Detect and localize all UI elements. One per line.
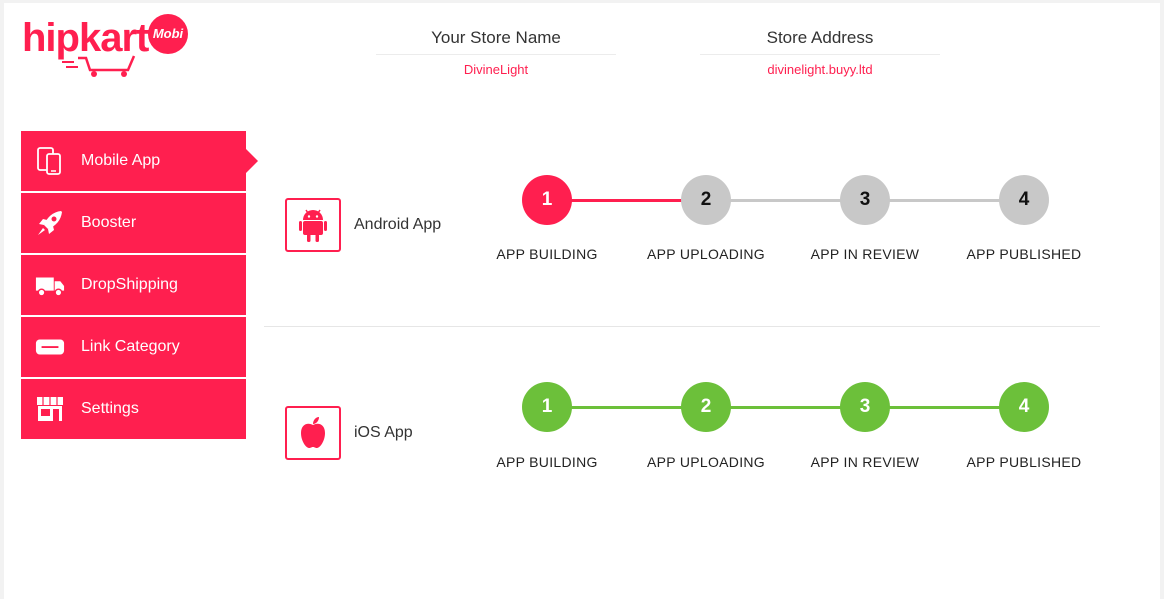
ios-step-1-circle: 1 <box>522 382 572 432</box>
truck-icon <box>35 270 65 300</box>
rocket-icon <box>35 208 65 238</box>
store-name-value: DivineLight <box>463 62 529 77</box>
android-step-4-label: APP PUBLISHED <box>966 246 1082 262</box>
cart-icon <box>62 55 136 77</box>
sidebar-item-booster[interactable]: Booster <box>21 193 246 253</box>
android-app-name: Android App <box>354 216 442 233</box>
android-step-2-circle: 2 <box>681 175 731 225</box>
android-step-1-circle: 1 <box>522 175 572 225</box>
ios-step-3-label: APP IN REVIEW <box>810 454 920 470</box>
link-bar-icon <box>35 332 65 362</box>
sidebar-item-settings[interactable]: Settings <box>21 379 246 439</box>
sidebar-item-dropshipping[interactable]: DropShipping <box>21 255 246 315</box>
store-address-label: Store Address <box>700 28 940 55</box>
mobile-devices-icon <box>35 146 65 176</box>
apple-icon <box>301 417 325 448</box>
store-address-value: divinelight.buyy.ltd <box>767 62 873 77</box>
ios-app-name: iOS App <box>354 424 413 441</box>
ios-step-2-label: APP UPLOADING <box>646 454 765 470</box>
ios-step-4-label: APP PUBLISHED <box>966 454 1082 470</box>
sidebar-item-mobile-app[interactable]: Mobile App <box>21 131 258 191</box>
ios-step-1-label: APP BUILDING <box>496 454 598 470</box>
ios-step-2-circle: 2 <box>681 382 731 432</box>
store-front-icon <box>35 394 65 424</box>
store-name-block: Your Store Name DivineLight <box>376 28 616 77</box>
android-app-icon-box[interactable] <box>285 198 341 252</box>
ios-step-4-circle: 4 <box>999 382 1049 432</box>
sidebar-item-label: Booster <box>81 214 137 231</box>
sidebar-item-label: Link Category <box>81 338 180 355</box>
android-step-3-label: APP IN REVIEW <box>810 246 920 262</box>
ios-step-3-circle: 3 <box>840 382 890 432</box>
sidebar-item-label: Mobile App <box>81 152 161 169</box>
sidebar-item-link-category[interactable]: Link Category <box>21 317 246 377</box>
ios-app-icon-box[interactable] <box>285 406 341 460</box>
logo-badge: Mobi <box>148 14 188 54</box>
section-divider <box>264 326 1100 327</box>
sidebar-item-label: DropShipping <box>81 276 178 293</box>
android-icon <box>299 209 327 242</box>
android-step-2-label: APP UPLOADING <box>646 246 765 262</box>
android-step-3-circle: 3 <box>840 175 890 225</box>
android-step-4-circle: 4 <box>999 175 1049 225</box>
store-name-label: Your Store Name <box>376 28 616 55</box>
sidebar: Mobile App Booster DropShipping Link Cat… <box>21 131 258 441</box>
store-address-block: Store Address divinelight.buyy.ltd <box>700 28 940 77</box>
hipkart-logo[interactable]: hipkart Mobi <box>22 14 197 84</box>
android-step-1-label: APP BUILDING <box>496 246 598 262</box>
sidebar-item-label: Settings <box>81 400 139 417</box>
logo-text: hipkart <box>22 16 149 60</box>
